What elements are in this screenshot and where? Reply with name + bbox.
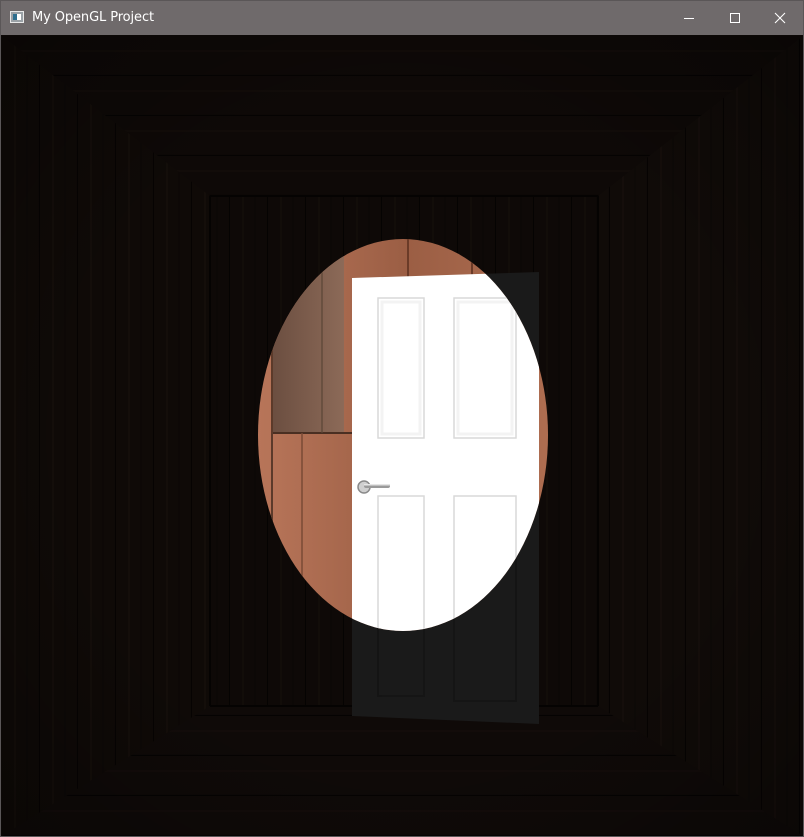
render-viewport[interactable] [2, 36, 803, 836]
close-icon [774, 12, 786, 24]
minimize-button[interactable] [666, 1, 712, 35]
app-icon [10, 11, 24, 23]
maximize-button[interactable] [712, 1, 758, 35]
title-bar[interactable]: My OpenGL Project [1, 1, 803, 35]
app-window: My OpenGL Project [0, 0, 804, 837]
3d-scene [2, 36, 803, 836]
maximize-icon [730, 13, 740, 23]
minimize-icon [684, 18, 694, 19]
window-title: My OpenGL Project [32, 10, 154, 25]
close-button[interactable] [757, 1, 803, 35]
